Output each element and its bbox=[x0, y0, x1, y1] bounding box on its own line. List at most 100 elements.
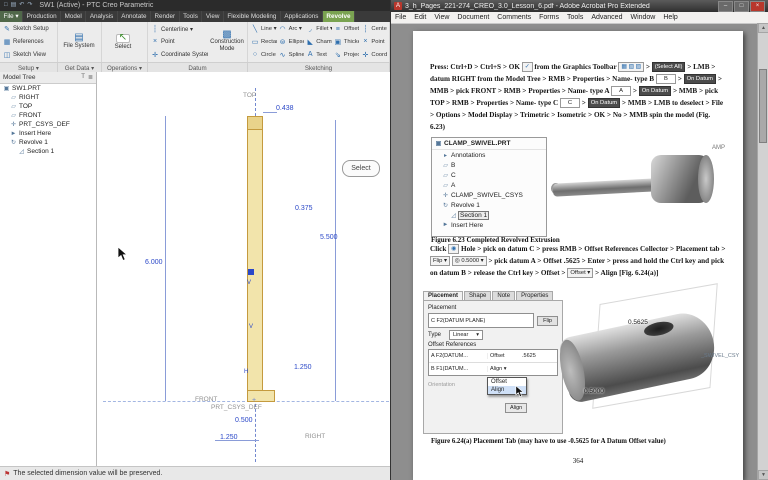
model-tree-item[interactable]: ↻ Revolve 1 bbox=[0, 138, 96, 147]
ribbon-tab[interactable]: File ▾ bbox=[0, 11, 24, 22]
ribbon-tab[interactable]: Render bbox=[151, 11, 180, 22]
close-button[interactable]: × bbox=[750, 0, 765, 12]
figure-tree-item: ▱ B bbox=[432, 160, 546, 170]
sketch-tool-button[interactable]: ○ Circle ▾ bbox=[250, 48, 277, 61]
model-tree-toolbar-icon[interactable]: T bbox=[81, 74, 85, 81]
menu-item[interactable]: Document bbox=[453, 14, 493, 21]
text-segment: ▦ ▧ ▨ bbox=[618, 62, 645, 72]
acrobat-window: A 3_h_Pages_221-274_CREO_3.0_Lesson_6.pd… bbox=[390, 0, 768, 480]
menu-item[interactable]: File bbox=[391, 14, 410, 21]
status-message: The selected dimension value will be pre… bbox=[13, 470, 163, 477]
sketch-tool-button[interactable]: ≡ Offset bbox=[333, 23, 360, 36]
maximize-button[interactable]: □ bbox=[734, 0, 749, 12]
ribbon-tab[interactable]: Annotate bbox=[118, 11, 151, 22]
ribbon-tab[interactable]: View bbox=[202, 11, 224, 22]
creo-title-bar: □ ▤ ↶ ↷ SW1 (Active) - PTC Creo Parametric bbox=[0, 0, 390, 11]
sketch-tool-button[interactable]: ╲ Line ▾ bbox=[250, 23, 277, 36]
file-system-button[interactable]: ▤ File System bbox=[60, 23, 98, 61]
sketch-tool-button[interactable]: ✛ Coordinate System bbox=[360, 48, 387, 61]
ribbon-button[interactable]: ✎ Sketch Setup bbox=[2, 23, 55, 35]
sketch-tool-button[interactable]: ▣ Thicken bbox=[333, 36, 360, 49]
dimension-value[interactable]: 1.250 bbox=[294, 364, 312, 372]
minimize-button[interactable]: – bbox=[718, 0, 733, 12]
reference-name: A F2(DATUM... bbox=[431, 353, 468, 359]
sketch-tool-button[interactable]: ◣ Chamfer ▾ bbox=[305, 36, 332, 49]
graphics-area[interactable]: 0.438 0.375 5.500 6.000 1.250 0.500 1.25… bbox=[97, 72, 390, 466]
dimension-value[interactable]: 6.000 bbox=[145, 259, 163, 267]
sketch-tool-button[interactable]: ┆ Centerline ▾ bbox=[360, 23, 387, 36]
figure-tree-item: ↻ Revolve 1 bbox=[432, 200, 546, 210]
figure-624-caption: Figure 6.24(a) Placement Tab (may have t… bbox=[431, 438, 666, 445]
quick-access-icon[interactable]: ↶ bbox=[19, 2, 24, 9]
quick-access-icon[interactable]: □ bbox=[4, 2, 8, 9]
ribbon-tab[interactable]: Tools bbox=[180, 11, 203, 22]
sketch-tool-label: Thicken bbox=[343, 38, 360, 45]
menu-item[interactable]: View bbox=[430, 14, 453, 21]
sketch-tool-button[interactable]: ⇘ Project bbox=[333, 48, 360, 61]
sketch-tool-button[interactable]: A Text bbox=[305, 48, 332, 61]
scroll-up-arrow[interactable]: ▲ bbox=[758, 23, 768, 33]
sketch-tool-label: Chamfer ▾ bbox=[316, 38, 332, 45]
menu-item[interactable]: Tools bbox=[563, 14, 587, 21]
menu-item[interactable]: Edit bbox=[410, 14, 430, 21]
ribbon-tab[interactable]: Model bbox=[61, 11, 87, 22]
ribbon-tab[interactable]: Applications bbox=[281, 11, 323, 22]
pdf-paragraph-instructions-1: Press: Ctrl+D > Ctrl+S > OK ✓ from the G… bbox=[430, 61, 726, 133]
model-tree-item[interactable]: ▱ RIGHT bbox=[0, 93, 96, 102]
creo-ribbon: ✎ Sketch Setup ▦ References ◫ Sketch Vie… bbox=[0, 22, 390, 63]
model-tree-item[interactable]: ▱ TOP bbox=[0, 102, 96, 111]
menu-item[interactable]: Window bbox=[626, 14, 659, 21]
ribbon-tab[interactable]: Production bbox=[23, 11, 62, 22]
model-tree-item[interactable]: ▣ SW1.PRT bbox=[0, 84, 96, 93]
scrollbar[interactable]: ▲ ▼ bbox=[757, 23, 768, 480]
dimension-value[interactable]: 5.500 bbox=[320, 234, 338, 242]
dimension-value[interactable]: 0.438 bbox=[276, 105, 294, 113]
revolve-section-top[interactable] bbox=[247, 116, 263, 130]
figure-tree-list: ▸ Annotations ▱ B ▱ C ▱ A ✛ CLAMP_SWIVEL… bbox=[432, 150, 546, 230]
ribbon-button[interactable]: ✛ Coordinate System bbox=[150, 49, 208, 61]
ribbon-button[interactable]: × Point bbox=[150, 36, 208, 48]
ribbon-tab[interactable]: Analysis bbox=[86, 11, 118, 22]
scrollbar-thumb[interactable] bbox=[759, 69, 767, 143]
sketch-tool-button[interactable]: ▭ Rectangle ▾ bbox=[250, 36, 277, 49]
model-tree-item[interactable]: ► Insert Here bbox=[0, 129, 96, 138]
sketch-tool-button[interactable]: ◠ Arc ▾ bbox=[278, 23, 305, 36]
ribbon-button[interactable]: ◫ Sketch View bbox=[2, 49, 55, 61]
dimension-value[interactable]: 1.250 bbox=[220, 434, 238, 442]
revolve-section-geometry[interactable] bbox=[247, 116, 263, 402]
sketch-tool-button[interactable]: ◞ Fillet ▾ bbox=[305, 23, 332, 36]
csys-label: PRT_CSYS_DEF bbox=[211, 404, 262, 411]
sketch-tool-button[interactable]: × Point bbox=[360, 36, 387, 49]
tree-item-icon: ► bbox=[10, 130, 17, 137]
scroll-down-arrow[interactable]: ▼ bbox=[758, 470, 768, 480]
csys-label: _SWIVEL_CSY bbox=[701, 353, 740, 359]
dimension-value[interactable]: 0.375 bbox=[295, 205, 313, 213]
menu-item[interactable]: Comments bbox=[493, 14, 535, 21]
select-button[interactable]: ↖ Select bbox=[104, 23, 142, 61]
selected-entity-handle[interactable] bbox=[248, 269, 254, 275]
dimension-value[interactable]: 0.500 bbox=[235, 417, 253, 425]
ribbon-tab[interactable]: Flexible Modeling bbox=[224, 11, 281, 22]
model-tree-item[interactable]: ✛ PRT_CSYS_DEF bbox=[0, 120, 96, 129]
pdf-document-area[interactable]: Press: Ctrl+D > Ctrl+S > OK ✓ from the G… bbox=[391, 23, 757, 480]
ribbon-tab[interactable]: Revolve bbox=[322, 11, 356, 22]
menu-item[interactable]: Help bbox=[659, 14, 681, 21]
text-segment: A bbox=[611, 86, 632, 96]
sketch-tool-button[interactable]: ⊜ Ellipse ▾ bbox=[278, 36, 305, 49]
model-tree-toolbar-icon[interactable]: ≣ bbox=[88, 74, 93, 81]
model-tree-item[interactable]: ◿ Section 1 bbox=[0, 147, 96, 156]
sketch-tool-button[interactable]: ∿ Spline bbox=[278, 48, 305, 61]
figure-624-rendered-model: 0.5625 0.5000 _SWIVEL_CSY bbox=[555, 283, 739, 431]
ribbon-button[interactable]: ┆ Centerline ▾ bbox=[150, 23, 208, 35]
model-rod bbox=[552, 178, 658, 197]
model-tree-item[interactable]: ▱ FRONT bbox=[0, 111, 96, 120]
quick-access-icon[interactable]: ↷ bbox=[27, 2, 32, 9]
construction-mode-button[interactable]: ▩ Construction Mode bbox=[209, 23, 245, 61]
ribbon-button[interactable]: ▦ References bbox=[2, 36, 55, 48]
quick-access-icon[interactable]: ▤ bbox=[11, 2, 17, 9]
tree-item-icon: ▱ bbox=[443, 162, 448, 169]
type-value: Linear bbox=[453, 332, 469, 338]
menu-item[interactable]: Advanced bbox=[587, 14, 626, 21]
menu-item[interactable]: Forms bbox=[535, 14, 563, 21]
sketch-tool-label: Coordinate System bbox=[371, 51, 387, 58]
